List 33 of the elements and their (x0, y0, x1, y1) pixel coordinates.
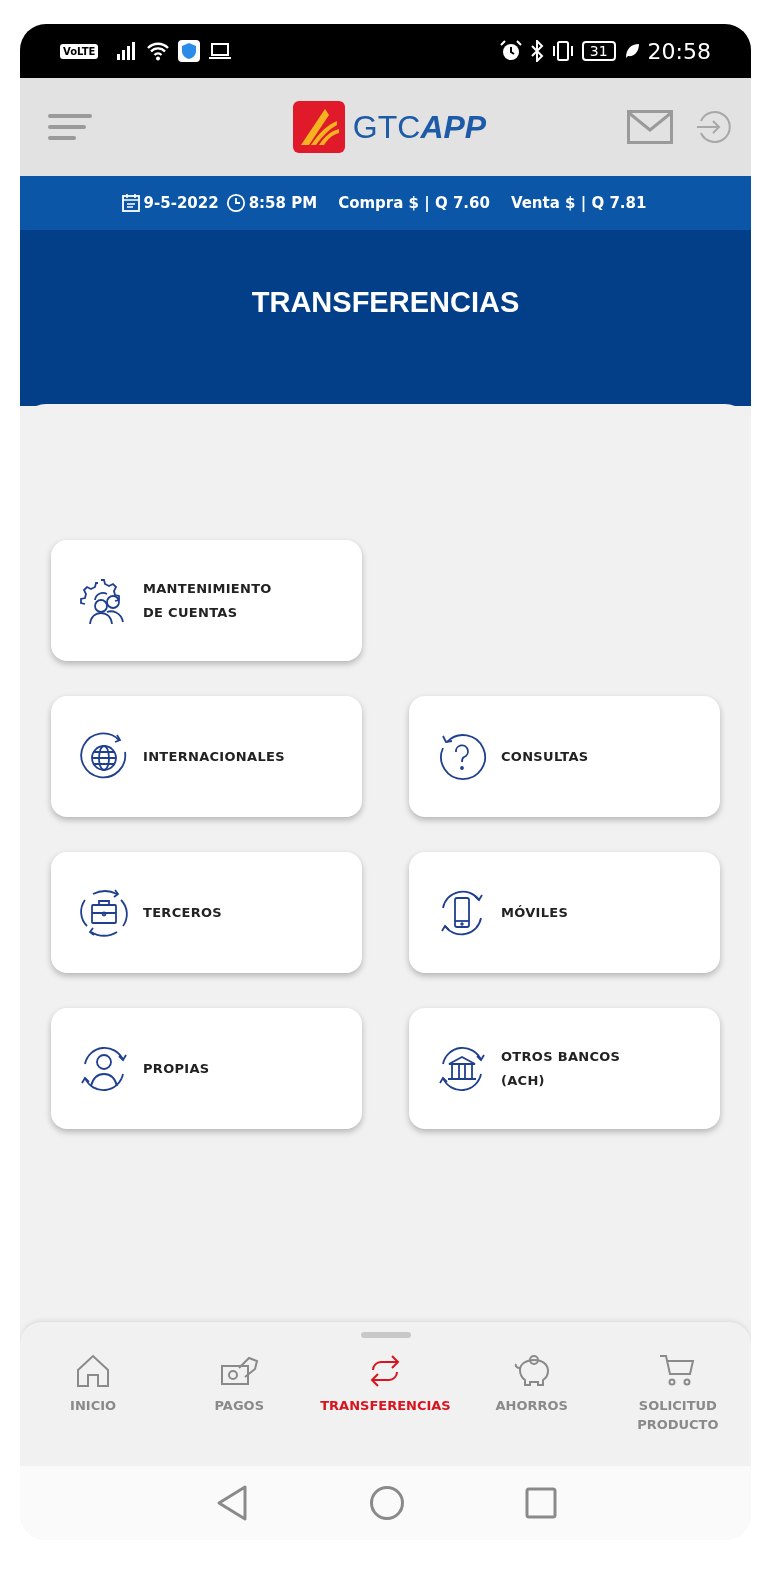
page-title: TRANSFERENCIAS (251, 286, 520, 320)
shield-icon (178, 40, 201, 62)
menu-tile[interactable]: MÓVILES (409, 852, 720, 973)
recents-icon[interactable] (524, 1487, 557, 1519)
date-text: 9-5-2022 (143, 194, 219, 212)
home-icon[interactable] (368, 1485, 405, 1521)
wifi-icon (146, 41, 171, 61)
menu-tile[interactable]: CONSULTAS (409, 696, 720, 817)
clock-icon (225, 193, 246, 213)
alarm-icon (499, 40, 522, 62)
sell-rate: Venta $ | Q 7.81 (510, 194, 647, 212)
status-time: 20:58 (647, 38, 711, 64)
logout-icon[interactable] (695, 109, 731, 145)
bluetooth-icon (529, 40, 544, 62)
mail-icon[interactable] (627, 110, 673, 144)
logo-icon (292, 101, 345, 153)
menu-tile[interactable]: OTROS BANCOS (ACH) (409, 1008, 720, 1129)
sheet-handle[interactable] (360, 1332, 411, 1338)
calendar-icon (120, 193, 141, 213)
menu-tile[interactable]: PROPIAS (51, 1008, 362, 1129)
nav-tab[interactable]: TRANSFERENCIAS (315, 1352, 456, 1434)
laptop-icon (208, 42, 233, 60)
vibrate-icon (551, 40, 574, 62)
leaf-icon (623, 42, 640, 60)
menu-tile[interactable]: MANTENIMIENTO DE CUENTAS (51, 540, 362, 661)
battery-indicator: 31 (581, 41, 616, 61)
menu-tile[interactable]: TERCEROS (51, 852, 362, 973)
logo-text: GTCAPP (352, 108, 487, 146)
volte-indicator: VoLTE (60, 43, 99, 59)
buy-rate: Compra $ | Q 7.60 (338, 194, 490, 212)
menu-icon[interactable] (48, 112, 92, 142)
time-text: 8:58 PM (248, 194, 318, 212)
menu-tile[interactable]: INTERNACIONALES (51, 696, 362, 817)
